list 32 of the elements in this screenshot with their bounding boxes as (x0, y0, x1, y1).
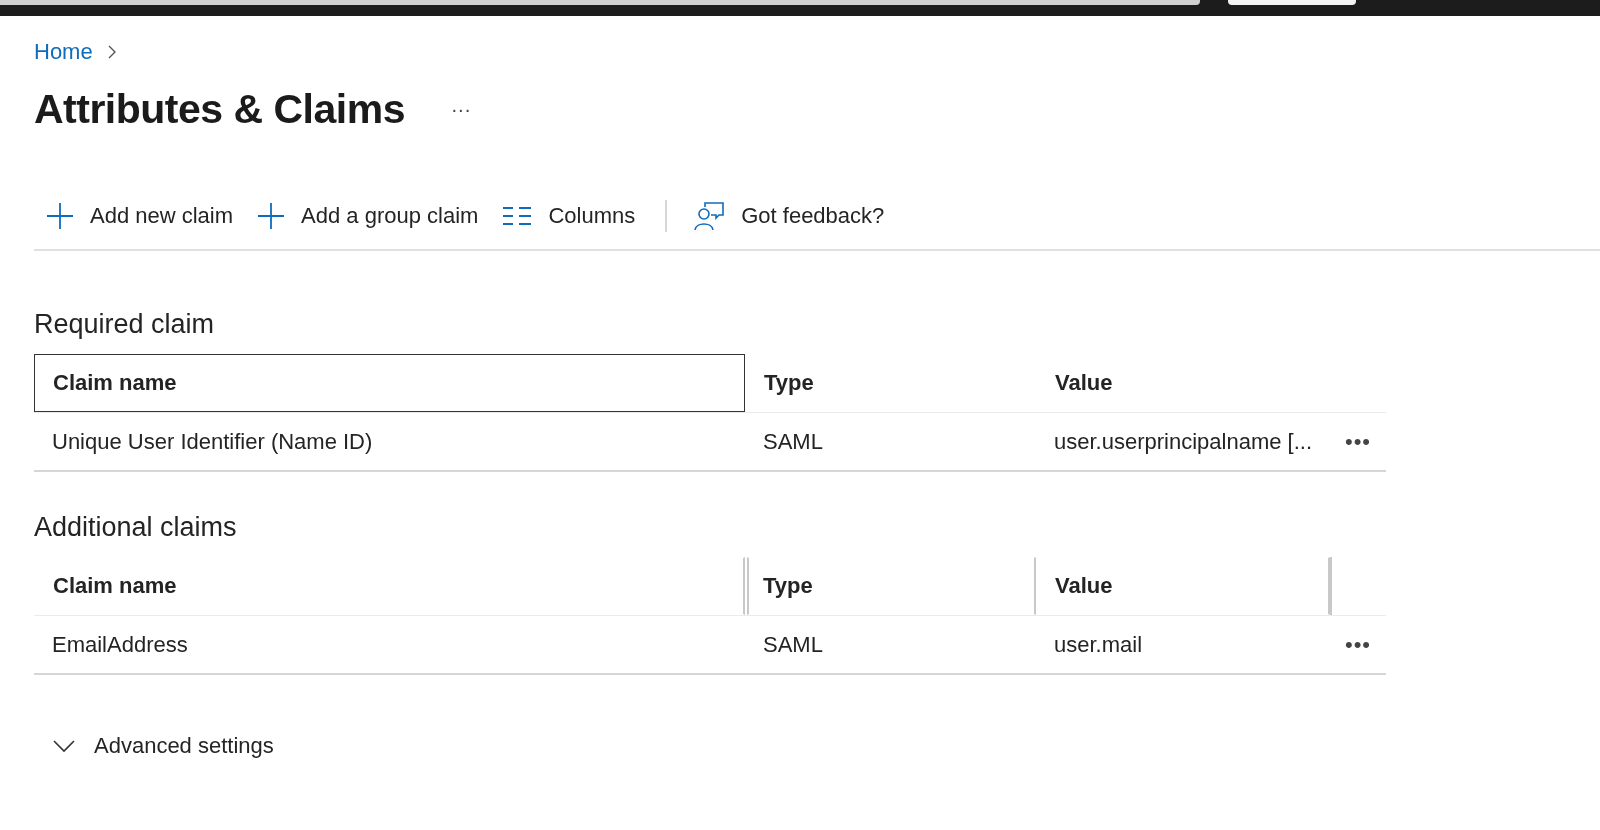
more-options-button[interactable]: ··· (444, 98, 477, 121)
more-options-button[interactable]: ••• (1338, 427, 1378, 456)
table-cell-text: user.userprincipalname [... (1053, 427, 1314, 456)
table-cell-text: Unique User Identifier (Name ID) (51, 427, 374, 456)
column-header[interactable]: Claim name (34, 354, 745, 412)
toolbar-button[interactable]: Got feedback? (665, 200, 897, 232)
table-cell-text: SAML (762, 630, 824, 659)
list-icon (502, 206, 533, 226)
browser-tab[interactable] (0, 0, 1200, 5)
table-cell-text: EmailAddress (51, 630, 189, 659)
table-cell-text: user.mail (1053, 630, 1144, 659)
toolbar-button[interactable]: Add new claim (34, 194, 246, 238)
toolbar-button[interactable]: Add a group claim (245, 194, 491, 238)
column-header[interactable]: Type (745, 354, 1036, 412)
chevron-down-icon (52, 739, 76, 753)
section-heading: Required claim (34, 309, 216, 340)
chevron-right-icon (106, 44, 117, 60)
column-header[interactable]: Claim name (34, 557, 745, 615)
toolbar-button[interactable]: Columns (490, 194, 648, 238)
page-title: Attributes & Claims (34, 86, 405, 133)
advanced-settings-toggle[interactable]: Advanced settings (52, 733, 274, 759)
column-header[interactable]: Type (747, 557, 1036, 615)
breadcrumb-link[interactable]: Home (34, 39, 93, 65)
more-options-button[interactable]: ••• (1338, 630, 1378, 659)
browser-button[interactable] (1228, 0, 1356, 5)
table-cell-text: SAML (762, 427, 824, 456)
plus-icon (46, 202, 74, 230)
column-header[interactable]: Value (1036, 354, 1330, 412)
person-speech-icon (693, 201, 726, 231)
plus-icon (257, 202, 286, 230)
section-heading: Additional claims (34, 512, 238, 543)
column-header[interactable]: Value (1036, 557, 1330, 615)
